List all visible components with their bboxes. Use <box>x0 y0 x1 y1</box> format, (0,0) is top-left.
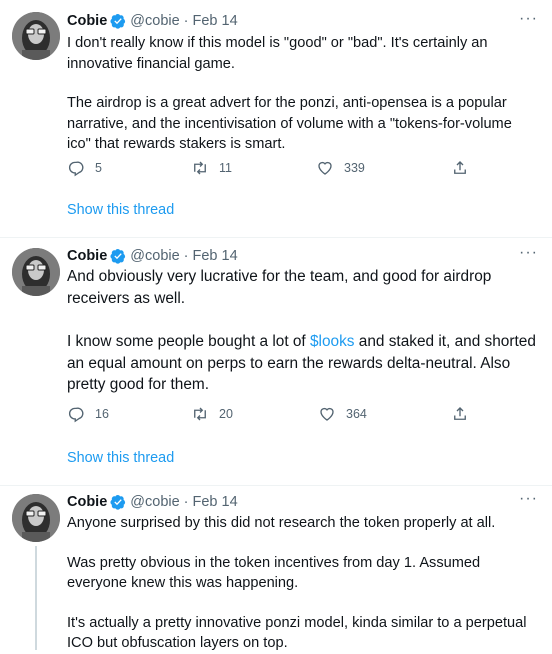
separator-dot: · <box>183 13 189 29</box>
tweet-header: Cobie @cobie · Feb 14 <box>67 11 238 31</box>
separator-dot: · <box>183 248 189 264</box>
tweet-text: Anyone surprised by this did not researc… <box>67 513 537 654</box>
tweet-header: Cobie @cobie · Feb 14 <box>67 246 238 266</box>
verified-badge-icon <box>110 14 126 29</box>
tweet-paragraph: I know some people bought a lot of $look… <box>67 331 537 396</box>
tweet-paragraph: Was pretty obvious in the token incentiv… <box>67 554 481 592</box>
like-count: 339 <box>344 161 365 175</box>
retweet-button[interactable]: 11 <box>191 158 232 178</box>
retweet-count: 11 <box>219 161 232 175</box>
tweet-date[interactable]: Feb 14 <box>193 494 238 510</box>
verified-badge-icon <box>110 249 126 264</box>
avatar[interactable] <box>12 12 60 60</box>
text-segment: I know some people bought a lot of <box>67 333 310 350</box>
author-name[interactable]: Cobie <box>67 494 107 510</box>
more-icon[interactable]: ··· <box>519 244 538 262</box>
show-thread-link[interactable]: Show this thread <box>67 450 174 466</box>
tweet-1[interactable]: Cobie @cobie · Feb 14 ··· I don't really… <box>0 0 552 238</box>
reply-count: 16 <box>95 407 109 421</box>
reply-button[interactable]: 5 <box>67 158 102 178</box>
tweet-paragraph: And obviously very lucrative for the tea… <box>67 268 492 307</box>
author-handle[interactable]: @cobie <box>130 494 179 510</box>
cashtag-link[interactable]: $looks <box>310 333 355 350</box>
author-name[interactable]: Cobie <box>67 13 107 29</box>
avatar-image <box>12 494 60 542</box>
retweet-count: 20 <box>219 407 233 421</box>
avatar-image <box>12 248 60 296</box>
tweet-date[interactable]: Feb 14 <box>193 13 238 29</box>
tweet-2[interactable]: Cobie @cobie · Feb 14 ··· And obviously … <box>0 238 552 486</box>
like-button[interactable]: 364 <box>318 404 367 424</box>
tweet-paragraph: The airdrop is a great advert for the po… <box>67 95 512 152</box>
author-handle[interactable]: @cobie <box>130 13 179 29</box>
tweet-text: And obviously very lucrative for the tea… <box>67 266 537 396</box>
tweet-date[interactable]: Feb 14 <box>193 248 238 264</box>
retweet-icon <box>194 161 206 175</box>
thread-connector-line <box>35 546 37 650</box>
author-handle[interactable]: @cobie <box>130 248 179 264</box>
more-icon[interactable]: ··· <box>519 10 538 28</box>
retweet-icon <box>194 407 206 421</box>
tweet-3[interactable]: Cobie @cobie · Feb 14 ··· Anyone surpris… <box>0 486 552 651</box>
tweet-text: I don't really know if this model is "go… <box>67 33 537 155</box>
tweet-paragraph: It's actually a pretty innovative ponzi … <box>67 614 527 652</box>
like-button[interactable]: 339 <box>316 158 365 178</box>
avatar-image <box>12 12 60 60</box>
reply-count: 5 <box>95 161 102 175</box>
like-count: 364 <box>346 407 367 421</box>
share-icon <box>454 407 466 420</box>
reply-icon <box>69 407 84 423</box>
author-name[interactable]: Cobie <box>67 248 107 264</box>
tweet-paragraph: Anyone surprised by this did not researc… <box>67 515 496 531</box>
tweet-header: Cobie @cobie · Feb 14 <box>67 492 238 512</box>
reply-button[interactable]: 16 <box>67 404 109 424</box>
retweet-button[interactable]: 20 <box>191 404 233 424</box>
more-icon[interactable]: ··· <box>519 490 538 508</box>
avatar[interactable] <box>12 248 60 296</box>
show-thread-link[interactable]: Show this thread <box>67 202 174 218</box>
verified-badge-icon <box>110 495 126 510</box>
separator-dot: · <box>183 494 189 510</box>
share-button[interactable] <box>451 404 469 424</box>
share-icon <box>454 161 466 174</box>
reply-icon <box>69 161 84 177</box>
avatar[interactable] <box>12 494 60 542</box>
share-button[interactable] <box>451 158 469 178</box>
tweet-paragraph: I don't really know if this model is "go… <box>67 35 488 72</box>
like-icon <box>318 161 332 175</box>
like-icon <box>320 407 334 421</box>
